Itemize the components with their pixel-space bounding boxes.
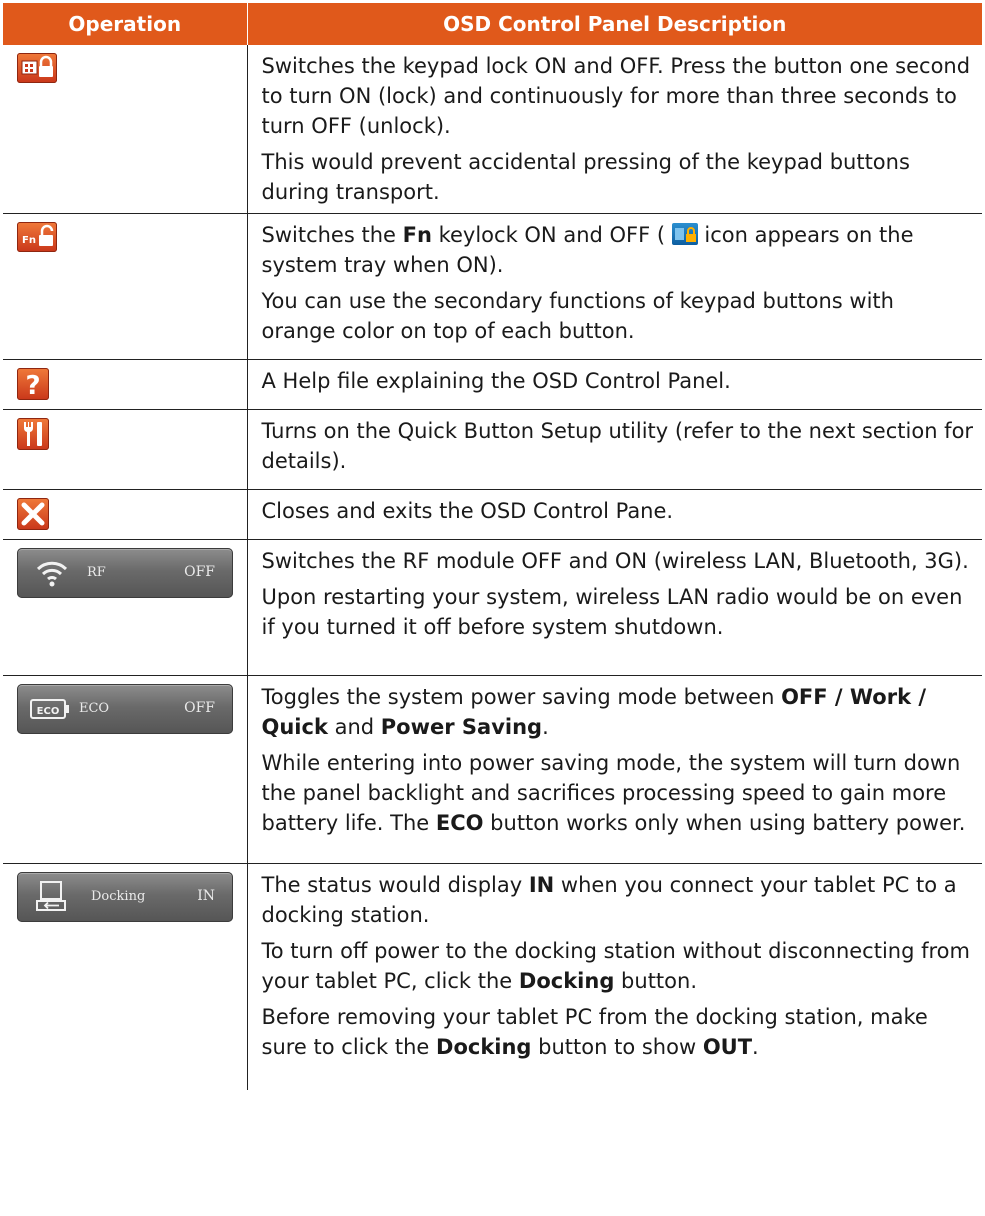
text-run: Toggles the system power saving mode bet…: [261, 685, 782, 709]
bold-run: Power Saving: [380, 715, 543, 739]
wifi-icon: [36, 561, 68, 587]
description-text: While entering into power saving mode, t…: [262, 748, 975, 838]
description-text: This would prevent accidental pressing o…: [261, 150, 910, 204]
description-cell: Switches the Fn keylock ON and OFF ( ico…: [247, 213, 982, 360]
operation-cell: [3, 45, 248, 214]
description-cell: Switches the keypad lock ON and OFF. Pre…: [247, 45, 982, 214]
keypad-lock-icon[interactable]: [17, 53, 57, 83]
fn-tray-icon: [671, 223, 698, 245]
rf-button-state: OFF: [184, 564, 215, 580]
table-row: ECO ECO OFF Toggles the system power sav…: [3, 675, 982, 864]
svg-text:?: ?: [25, 371, 40, 400]
docking-button-state: IN: [197, 888, 215, 904]
text-run: button.: [614, 969, 697, 993]
description-cell: Toggles the system power saving mode bet…: [247, 675, 982, 864]
text-run: Switches the: [261, 223, 403, 247]
bold-run: IN: [528, 873, 555, 897]
bold-run: Docking: [436, 1035, 532, 1059]
table-row: RF OFF Switches the RF module OFF and ON…: [3, 539, 982, 676]
operation-cell: ECO ECO OFF: [3, 675, 248, 864]
operation-cell: [3, 489, 248, 540]
description-text: The status would display IN when you con…: [262, 870, 975, 930]
fn-bold: Fn: [402, 223, 432, 247]
description-cell: Turns on the Quick Button Setup utility …: [247, 409, 982, 490]
eco-button-label: ECO: [79, 701, 110, 716]
operation-cell: ?: [3, 359, 248, 410]
description-text: Switches the RF module OFF and ON (wirel…: [261, 549, 969, 573]
bold-run: OUT: [702, 1035, 753, 1059]
eco-button[interactable]: ECO ECO OFF: [17, 684, 233, 734]
header-operation: Operation: [3, 3, 247, 45]
eco-icon-text: ECO: [37, 706, 60, 717]
close-icon[interactable]: [17, 498, 49, 530]
docking-icon: [36, 881, 66, 911]
description-text: Closes and exits the OSD Control Pane.: [261, 499, 674, 523]
rf-button-label: RF: [87, 565, 106, 580]
text-run: The status would display: [261, 873, 529, 897]
description-text: Switches the keypad lock ON and OFF. Pre…: [261, 54, 971, 138]
description-text: A Help file explaining the OSD Control P…: [261, 369, 731, 393]
svg-text:Fn: Fn: [22, 235, 36, 246]
description-text: Turns on the Quick Button Setup utility …: [261, 419, 974, 473]
operation-cell: Docking IN: [3, 863, 248, 1090]
table-row: Docking IN The status would display IN w…: [3, 863, 982, 1090]
docking-button[interactable]: Docking IN: [17, 872, 233, 922]
bold-run: ECO: [435, 811, 484, 835]
text-run: button works only when using battery pow…: [483, 811, 966, 835]
description-cell: The status would display IN when you con…: [247, 864, 982, 1090]
text-run: keylock ON and OFF (: [431, 223, 666, 247]
table-row: Closes and exits the OSD Control Pane.: [3, 489, 982, 540]
description-cell: Closes and exits the OSD Control Pane.: [247, 489, 982, 540]
description-text: Toggles the system power saving mode bet…: [262, 682, 975, 742]
osd-operations-table: Operation OSD Control Panel Description: [3, 3, 982, 1090]
page: Operation OSD Control Panel Description: [0, 0, 985, 1216]
table-header-row: Operation OSD Control Panel Description: [3, 3, 982, 45]
text-run: and: [327, 715, 381, 739]
operation-cell: Fn: [3, 213, 248, 360]
table-row: ? A Help file explaining the OSD Control…: [3, 359, 982, 410]
text-run: button to show: [531, 1035, 703, 1059]
fn-lock-icon[interactable]: Fn: [17, 222, 57, 252]
description-text: To turn off power to the docking station…: [262, 936, 975, 996]
operation-cell: [3, 409, 248, 490]
tools-icon[interactable]: [17, 418, 49, 450]
docking-button-label: Docking: [91, 889, 146, 904]
header-description: OSD Control Panel Description: [246, 3, 982, 45]
text-run: .: [752, 1035, 759, 1059]
description-cell: Switches the RF module OFF and ON (wirel…: [247, 539, 982, 676]
text-run: .: [542, 715, 549, 739]
eco-button-state: OFF: [184, 700, 215, 716]
table-row: Turns on the Quick Button Setup utility …: [3, 409, 982, 490]
bold-run: Docking: [518, 969, 615, 993]
operation-cell: RF OFF: [3, 539, 248, 676]
table-row: Fn Switches the Fn keylock ON and OFF ( …: [3, 213, 982, 360]
description-text: Switches the Fn keylock ON and OFF ( ico…: [262, 220, 975, 280]
description-text: You can use the secondary functions of k…: [261, 289, 894, 343]
description-text: Before removing your tablet PC from the …: [262, 1002, 975, 1062]
table-row: Switches the keypad lock ON and OFF. Pre…: [3, 45, 982, 214]
help-icon[interactable]: ?: [17, 368, 49, 400]
rf-button[interactable]: RF OFF: [17, 548, 233, 598]
eco-icon: ECO: [30, 699, 69, 719]
description-text: Upon restarting your system, wireless LA…: [261, 585, 963, 639]
description-cell: A Help file explaining the OSD Control P…: [247, 359, 982, 410]
